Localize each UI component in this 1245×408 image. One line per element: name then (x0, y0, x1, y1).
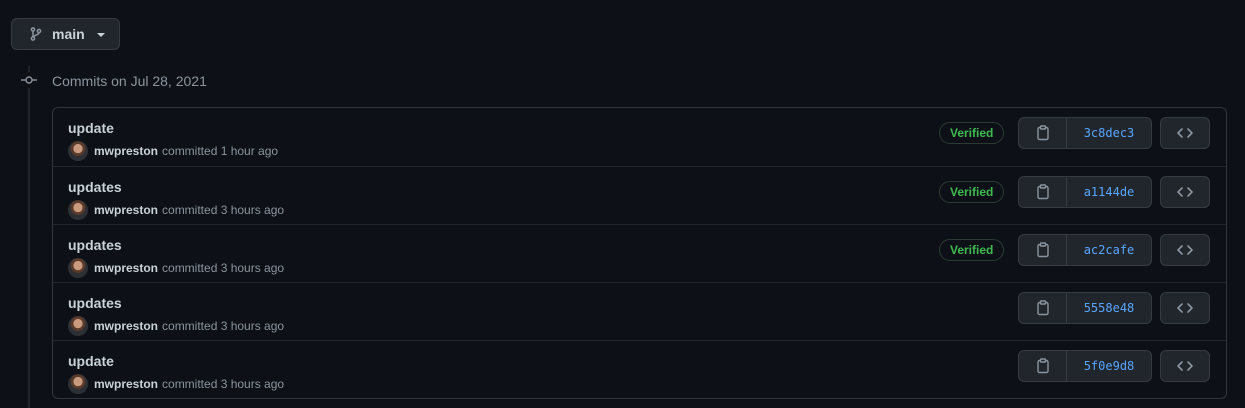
commit-sha-link[interactable]: 5558e48 (1067, 293, 1151, 323)
commit-message-link[interactable]: updates (68, 294, 122, 312)
commit-meta: mwpreston committed 3 hours ago (68, 316, 284, 336)
commit-row: updates mwpreston committed 3 hours ago … (53, 224, 1226, 282)
clipboard-icon (1036, 184, 1050, 200)
copy-sha-button[interactable] (1019, 118, 1067, 148)
commit-sha-link[interactable]: 3c8dec3 (1067, 118, 1151, 148)
commit-sha-group: a1144de (1018, 176, 1152, 208)
code-icon (1176, 243, 1194, 257)
commit-message-link[interactable]: updates (68, 178, 122, 196)
commit-author-link[interactable]: mwpreston (94, 143, 158, 159)
commit-author-link[interactable]: mwpreston (94, 260, 158, 276)
commit-sha-group: ac2cafe (1018, 234, 1152, 266)
code-icon (1176, 185, 1194, 199)
avatar[interactable] (68, 258, 88, 278)
commit-sha-group: 5f0e9d8 (1018, 350, 1152, 382)
commit-author-link[interactable]: mwpreston (94, 202, 158, 218)
code-icon (1176, 301, 1194, 315)
commit-sha-link[interactable]: 5f0e9d8 (1067, 351, 1151, 381)
avatar[interactable] (68, 374, 88, 394)
avatar[interactable] (68, 141, 88, 161)
commit-sha-link[interactable]: ac2cafe (1067, 235, 1151, 265)
commit-meta: mwpreston committed 3 hours ago (68, 258, 284, 278)
code-icon (1176, 359, 1194, 373)
commit-sha-group: 5558e48 (1018, 292, 1152, 324)
commit-row: update mwpreston committed 3 hours ago 5… (53, 340, 1226, 398)
commit-list: update mwpreston committed 1 hour ago Ve… (52, 107, 1227, 399)
browse-repo-button[interactable] (1160, 234, 1210, 266)
verified-badge[interactable]: Verified (939, 122, 1005, 144)
commit-row: updates mwpreston committed 3 hours ago … (53, 166, 1226, 224)
branch-name: main (52, 26, 85, 42)
commit-author-link[interactable]: mwpreston (94, 376, 158, 392)
clipboard-icon (1036, 242, 1050, 258)
timeline-line (28, 66, 30, 408)
commit-meta: mwpreston committed 1 hour ago (68, 141, 278, 161)
avatar[interactable] (68, 316, 88, 336)
commit-time-text: committed 3 hours ago (162, 203, 285, 217)
clipboard-icon (1036, 300, 1050, 316)
git-commit-icon (19, 72, 39, 88)
git-branch-icon (28, 26, 44, 42)
verified-badge[interactable]: Verified (939, 239, 1005, 261)
commit-message-link[interactable]: update (68, 352, 114, 370)
avatar[interactable] (68, 200, 88, 220)
browse-repo-button[interactable] (1160, 176, 1210, 208)
commit-time-text: committed 3 hours ago (162, 319, 285, 333)
copy-sha-button[interactable] (1019, 351, 1067, 381)
commit-sha-group: 3c8dec3 (1018, 117, 1152, 149)
commit-time-text: committed 3 hours ago (162, 261, 285, 275)
commit-row: updates mwpreston committed 3 hours ago … (53, 282, 1226, 340)
code-icon (1176, 126, 1194, 140)
commit-row: update mwpreston committed 1 hour ago Ve… (53, 108, 1226, 166)
browse-repo-button[interactable] (1160, 292, 1210, 324)
commit-meta: mwpreston committed 3 hours ago (68, 200, 284, 220)
browse-repo-button[interactable] (1160, 350, 1210, 382)
commit-message-link[interactable]: updates (68, 236, 122, 254)
commit-message-link[interactable]: update (68, 119, 114, 137)
commit-author-link[interactable]: mwpreston (94, 318, 158, 334)
copy-sha-button[interactable] (1019, 293, 1067, 323)
clipboard-icon (1036, 125, 1050, 141)
browse-repo-button[interactable] (1160, 117, 1210, 149)
clipboard-icon (1036, 358, 1050, 374)
branch-select-button[interactable]: main (11, 18, 120, 50)
commit-sha-link[interactable]: a1144de (1067, 177, 1151, 207)
copy-sha-button[interactable] (1019, 235, 1067, 265)
commit-time-text: committed 3 hours ago (162, 377, 285, 391)
verified-badge[interactable]: Verified (939, 181, 1005, 203)
commits-date-heading: Commits on Jul 28, 2021 (52, 73, 207, 89)
commit-time-text: committed 1 hour ago (162, 144, 279, 158)
copy-sha-button[interactable] (1019, 177, 1067, 207)
chevron-down-icon (96, 33, 105, 37)
commit-meta: mwpreston committed 3 hours ago (68, 374, 284, 394)
